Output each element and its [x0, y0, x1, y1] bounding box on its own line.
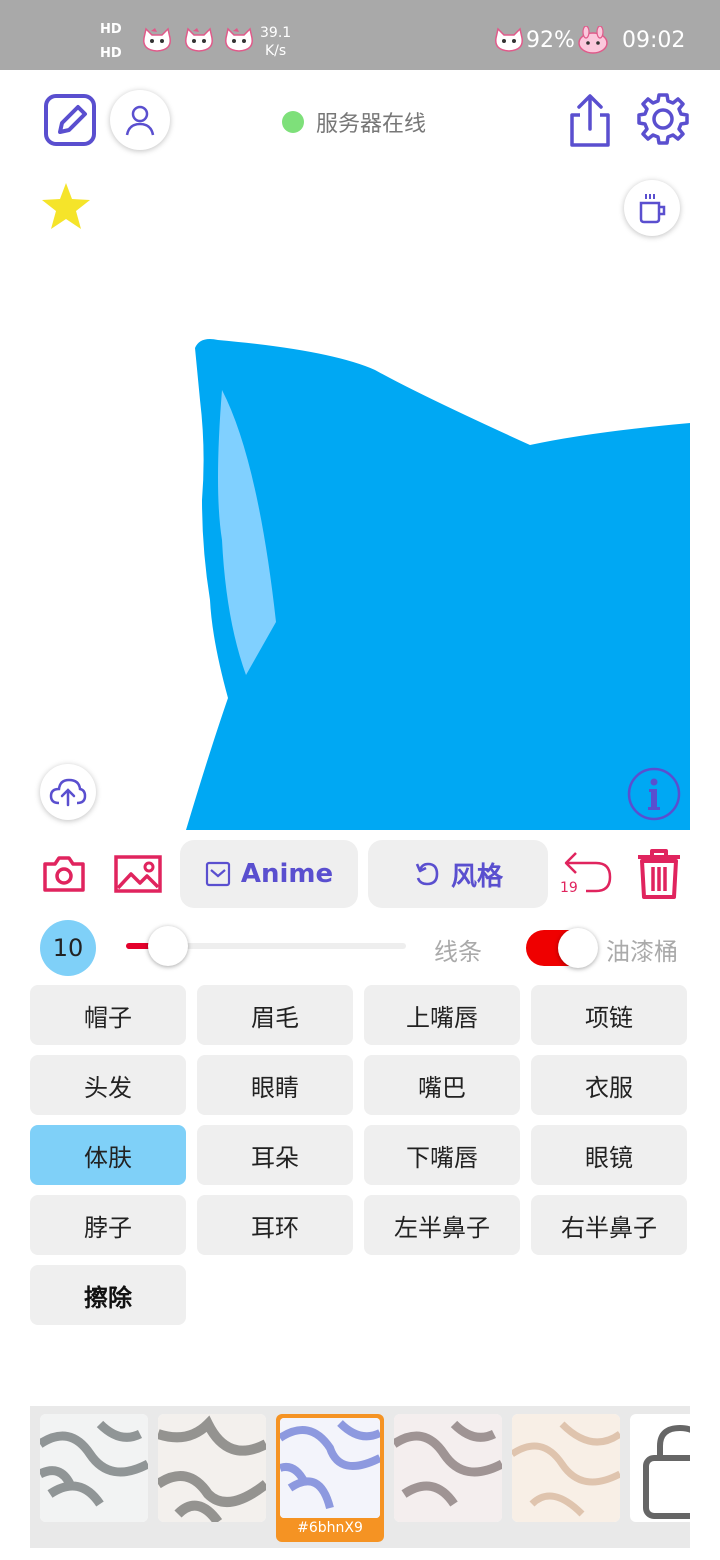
part-button-glasses[interactable]: 眼镜 — [531, 1125, 687, 1185]
paint-bucket-label: 油漆桶 — [606, 938, 678, 966]
edit-icon[interactable] — [40, 90, 100, 150]
part-button-eyes[interactable]: 眼睛 — [197, 1055, 353, 1115]
cloud-upload-icon[interactable] — [40, 764, 96, 820]
part-button-mouth[interactable]: 嘴巴 — [364, 1055, 520, 1115]
part-button-ears[interactable]: 耳朵 — [197, 1125, 353, 1185]
line-label: 线条 — [434, 938, 482, 966]
cat-emoji-icon — [495, 27, 523, 52]
hd-indicator: HD — [100, 22, 122, 37]
bunny-emoji-icon — [578, 26, 608, 54]
part-button-hair[interactable]: 头发 — [30, 1055, 186, 1115]
trash-icon[interactable] — [632, 846, 686, 902]
style-thumbnail[interactable] — [158, 1414, 266, 1522]
brush-size-slider[interactable] — [126, 926, 406, 966]
undo-count: 19 — [560, 880, 578, 896]
part-button-eyebrows[interactable]: 眉毛 — [197, 985, 353, 1045]
part-button-necklace[interactable]: 项链 — [531, 985, 687, 1045]
status-dot-icon — [282, 111, 304, 133]
settings-icon[interactable] — [634, 90, 692, 148]
share-icon[interactable] — [564, 92, 616, 150]
style-thumbnail[interactable] — [512, 1414, 620, 1522]
brush-size-indicator: 10 — [40, 920, 96, 976]
part-button-earrings[interactable]: 耳环 — [197, 1195, 353, 1255]
part-button-erase[interactable]: 擦除 — [30, 1265, 186, 1325]
server-status: 服务器在线 — [282, 106, 426, 138]
part-button-hat[interactable]: 帽子 — [30, 985, 186, 1045]
style-thumbnail[interactable] — [40, 1414, 148, 1522]
cat-emoji-icon — [143, 27, 171, 52]
paint-bucket-toggle[interactable] — [526, 928, 598, 968]
toggle-thumb — [558, 928, 598, 968]
style-code: #6bhnX9 — [297, 1520, 363, 1536]
style-thumbnail[interactable] — [394, 1414, 502, 1522]
clock: 09:02 — [622, 28, 686, 53]
part-button-right-nose[interactable]: 右半鼻子 — [531, 1195, 687, 1255]
style-button[interactable]: 风格 — [368, 840, 548, 908]
user-icon[interactable] — [110, 90, 170, 150]
style-thumbnail-strip[interactable]: #6bhnX9 — [30, 1406, 690, 1548]
battery-level: 92% — [526, 28, 575, 53]
style-thumbnail-selected[interactable]: #6bhnX9 — [276, 1414, 384, 1542]
part-button-skin[interactable]: 体肤 — [30, 1125, 186, 1185]
locked-style-thumbnail[interactable] — [630, 1414, 690, 1522]
network-speed: 39.1 K/s — [260, 25, 292, 59]
info-icon[interactable] — [626, 766, 682, 822]
camera-icon[interactable] — [40, 852, 88, 896]
anime-button[interactable]: Anime — [180, 840, 358, 908]
part-button-lower-lip[interactable]: 下嘴唇 — [364, 1125, 520, 1185]
skin-segment-drawing — [186, 339, 690, 830]
part-button-neck[interactable]: 脖子 — [30, 1195, 186, 1255]
drawing-canvas[interactable] — [30, 170, 690, 830]
part-button-upper-lip[interactable]: 上嘴唇 — [364, 985, 520, 1045]
coffee-icon[interactable] — [624, 180, 680, 236]
star-icon[interactable] — [38, 180, 94, 232]
slider-thumb[interactable] — [148, 926, 188, 966]
cat-emoji-icon — [225, 27, 253, 52]
part-button-left-nose[interactable]: 左半鼻子 — [364, 1195, 520, 1255]
cat-emoji-icon — [185, 27, 213, 52]
image-icon[interactable] — [112, 852, 164, 896]
part-button-clothes[interactable]: 衣服 — [531, 1055, 687, 1115]
hd-indicator: HD — [100, 46, 122, 61]
status-bar: HD HD 39.1 K/s 92% 09:02 — [0, 0, 720, 70]
rotate-icon — [415, 862, 439, 886]
mail-icon — [205, 861, 230, 887]
lock-icon — [643, 1424, 690, 1519]
